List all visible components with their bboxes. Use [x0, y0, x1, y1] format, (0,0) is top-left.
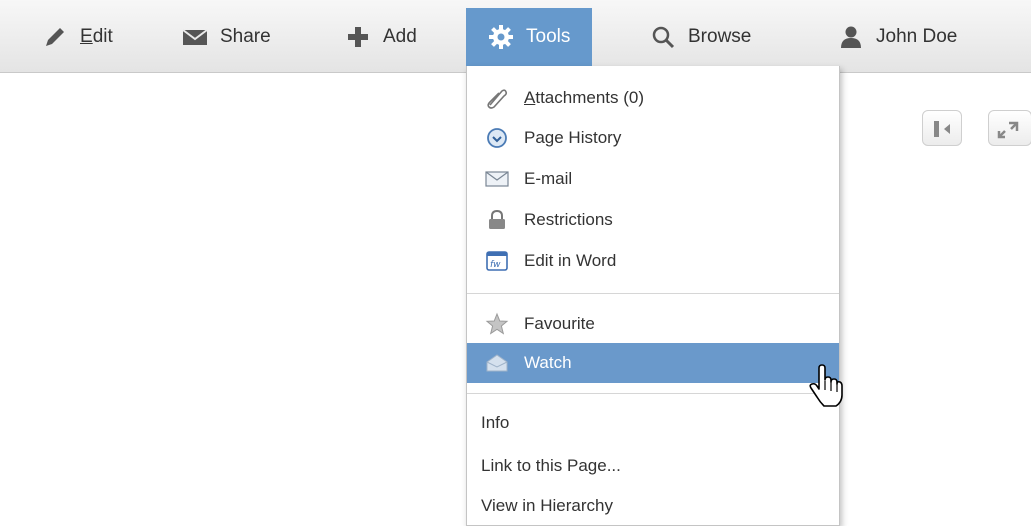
- search-icon: [650, 24, 676, 50]
- expand-button[interactable]: [988, 110, 1031, 146]
- paperclip-icon: [485, 86, 509, 110]
- lock-icon: [485, 208, 509, 232]
- collapse-icon: [934, 121, 950, 137]
- menu-item-view-in-hierarchy[interactable]: View in Hierarchy: [467, 486, 839, 526]
- collapse-sidebar-button[interactable]: [922, 110, 962, 146]
- menu-item-restrictions[interactable]: Restrictions: [467, 200, 839, 240]
- add-label: Add: [383, 26, 417, 47]
- watch-envelope-icon: [485, 351, 509, 375]
- clock-icon: [485, 126, 509, 150]
- browse-button[interactable]: Browse: [650, 8, 751, 66]
- tools-dropdown-menu: Attachments (0) Page History E-mail Rest…: [466, 66, 840, 526]
- hand-cursor-icon: [809, 364, 843, 407]
- edit-button[interactable]: Edit: [42, 8, 113, 66]
- user-icon: [838, 24, 864, 50]
- menu-item-label: Edit in Word: [524, 251, 617, 270]
- word-icon: fw: [485, 249, 509, 273]
- menu-item-label: Favourite: [524, 314, 595, 333]
- mail-icon: [485, 167, 509, 191]
- star-icon: [485, 312, 509, 336]
- share-button[interactable]: Share: [182, 8, 271, 66]
- menu-item-link-to-page[interactable]: Link to this Page...: [467, 446, 839, 486]
- menu-item-watch[interactable]: Watch: [467, 343, 839, 383]
- add-button[interactable]: Add: [345, 8, 417, 66]
- menu-item-label: Page History: [524, 128, 622, 147]
- pencil-icon: [42, 24, 68, 50]
- tools-label: Tools: [526, 26, 571, 47]
- menu-item-email[interactable]: E-mail: [467, 159, 839, 199]
- envelope-icon: [182, 24, 208, 50]
- svg-text:fw: fw: [490, 260, 501, 270]
- tools-button[interactable]: Tools: [466, 8, 593, 66]
- menu-item-label: Attachments (0): [524, 88, 644, 107]
- menu-item-label: E-mail: [524, 169, 573, 188]
- menu-divider: [467, 293, 839, 294]
- menu-item-edit-in-word[interactable]: fw Edit in Word: [467, 241, 839, 281]
- gear-icon: [488, 24, 514, 50]
- menu-item-page-history[interactable]: Page History: [467, 118, 839, 158]
- menu-item-label: Info: [481, 413, 510, 432]
- plus-icon: [345, 24, 371, 50]
- user-menu-button[interactable]: John Doe: [838, 8, 957, 66]
- share-label: Share: [220, 26, 271, 47]
- menu-divider: [467, 393, 839, 394]
- browse-label: Browse: [688, 26, 752, 47]
- menu-item-favourite[interactable]: Favourite: [467, 304, 839, 344]
- user-name-label: John Doe: [876, 26, 958, 47]
- expand-icon: [997, 121, 1019, 139]
- menu-item-label: Restrictions: [524, 210, 613, 229]
- menu-item-label: Watch: [524, 353, 572, 372]
- edit-label: Edit: [80, 26, 113, 47]
- menu-item-info[interactable]: Info: [467, 403, 839, 443]
- menu-item-attachments[interactable]: Attachments (0): [467, 78, 839, 118]
- menu-item-label: View in Hierarchy: [481, 496, 613, 515]
- top-toolbar: Edit Share Add Tools Browse John Doe: [0, 0, 1031, 73]
- menu-item-label: Link to this Page...: [481, 456, 621, 475]
